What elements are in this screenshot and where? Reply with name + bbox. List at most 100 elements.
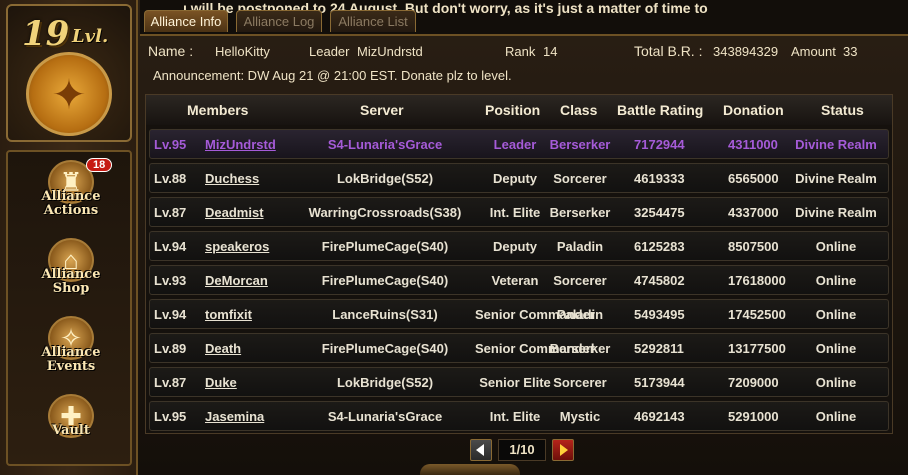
header-server: Server xyxy=(360,102,404,118)
member-level: Lv.87 xyxy=(154,375,187,390)
member-class: Mystic xyxy=(559,409,601,424)
nav-label-line-1: Vault xyxy=(52,423,90,438)
member-battle-rating: 5292811 xyxy=(634,341,684,356)
table-row[interactable]: Lv.95 MizUndrstd S4-Lunaria'sGrace Leader Be… xyxy=(149,129,889,159)
member-name[interactable]: speakeros xyxy=(205,239,269,254)
alliance-info-panel: Name : HelloKitty Leader MizUndrstd Rank… xyxy=(140,36,908,92)
member-server: LanceRuins(S31) xyxy=(332,307,438,322)
alliance-window: 19 Lvl. ✦ ♜ 18 Alliance Actions ⌂ Allianc… xyxy=(0,0,908,475)
member-status: Divine Realm xyxy=(795,137,877,152)
alliance-level-panel: 19 Lvl. ✦ xyxy=(6,4,132,142)
member-level: Lv.94 xyxy=(154,239,187,254)
alliance-shop-button[interactable]: ⌂ Alliance Shop xyxy=(16,234,126,308)
member-battle-rating: 5493495 xyxy=(634,307,685,322)
member-level: Lv.88 xyxy=(154,171,187,186)
next-page-button[interactable] xyxy=(552,439,574,461)
member-status: Online xyxy=(815,341,857,356)
alliance-shop-label: Alliance Shop xyxy=(16,268,126,296)
alliance-emblem-icon: ✦ xyxy=(26,52,112,136)
member-battle-rating: 3254475 xyxy=(634,205,685,220)
member-level: Lv.94 xyxy=(154,307,187,322)
sidebar: 19 Lvl. ✦ ♜ 18 Alliance Actions ⌂ Allianc… xyxy=(0,0,138,475)
nav-label-line-1: Alliance xyxy=(41,267,101,282)
leader-label: Leader xyxy=(309,44,350,59)
member-class: Paladin xyxy=(556,307,604,322)
member-donation: 7209000 xyxy=(728,375,779,390)
header-position: Position xyxy=(485,102,541,118)
member-status: Online xyxy=(815,409,857,424)
tab-alliance-log[interactable]: Alliance Log xyxy=(236,10,322,32)
table-header: Members Server Position Class Battle Rat… xyxy=(146,95,892,125)
member-donation: 17452500 xyxy=(728,307,786,322)
member-name[interactable]: DeMorcan xyxy=(205,273,268,288)
header-status: Status xyxy=(821,102,864,118)
table-row[interactable]: Lv.93 DeMorcan FirePlumeCage(S40) Veteran So… xyxy=(149,265,889,295)
member-name[interactable]: Duchess xyxy=(205,171,259,186)
member-name[interactable]: Deadmist xyxy=(205,205,264,220)
member-server: FirePlumeCage(S40) xyxy=(321,341,449,356)
alliance-name: HelloKitty xyxy=(215,44,270,59)
notification-badge: 18 xyxy=(86,158,113,172)
alliance-events-button[interactable]: ✧ Alliance Events xyxy=(16,312,126,386)
member-status: Divine Realm xyxy=(795,205,877,220)
nav-label-line-2: Events xyxy=(46,359,96,374)
member-donation: 4337000 xyxy=(728,205,779,220)
member-status: Online xyxy=(815,239,857,254)
alliance-level-suffix: Lvl. xyxy=(72,26,109,47)
member-level: Lv.95 xyxy=(154,137,187,152)
member-level: Lv.87 xyxy=(154,205,187,220)
name-label: Name : xyxy=(148,43,194,59)
chevron-left-icon xyxy=(476,444,484,456)
amount-value: 33 xyxy=(843,44,858,59)
page-indicator: 1/10 xyxy=(498,439,546,461)
member-donation: 13177500 xyxy=(728,341,786,356)
total-br-value: 343894329 xyxy=(713,44,779,59)
member-level: Lv.93 xyxy=(154,273,187,288)
tab-alliance-list[interactable]: Alliance List xyxy=(330,10,416,32)
top-bar: ı will be postponed to 24 August. But do… xyxy=(140,0,908,36)
member-class: Berserker xyxy=(549,205,611,220)
member-server: S4-Lunaria'sGrace xyxy=(327,137,443,152)
member-server: LokBridge(S52) xyxy=(336,171,434,186)
chevron-right-icon xyxy=(560,444,568,456)
alliance-level-number: 19 xyxy=(22,14,70,54)
member-server: FirePlumeCage(S40) xyxy=(321,273,449,288)
table-row[interactable]: Lv.94 speakeros FirePlumeCage(S40) Deputy Pa… xyxy=(149,231,889,261)
header-members: Members xyxy=(187,102,249,118)
member-level: Lv.89 xyxy=(154,341,187,356)
alliance-events-label: Alliance Events xyxy=(16,346,126,374)
vault-label: Vault xyxy=(16,424,126,438)
alliance-nav: ♜ 18 Alliance Actions ⌂ Alliance Shop ✧ Al… xyxy=(6,150,132,466)
vault-button[interactable]: ✚ Vault xyxy=(16,390,126,464)
rank-value: 14 xyxy=(543,44,558,59)
member-class: Sorcerer xyxy=(553,171,607,186)
table-row[interactable]: Lv.89 Death FirePlumeCage(S40) Senior Comma… xyxy=(149,333,889,363)
alliance-actions-button[interactable]: ♜ 18 Alliance Actions xyxy=(16,156,126,230)
nav-label-line-1: Alliance xyxy=(41,345,101,360)
amount-label: Amount xyxy=(791,44,836,59)
header-battle-rating: Battle Rating xyxy=(617,102,704,118)
member-status: Divine Realm xyxy=(795,171,877,186)
tab-alliance-info[interactable]: Alliance Info xyxy=(144,10,228,32)
member-status: Online xyxy=(815,273,857,288)
member-name[interactable]: MizUndrstd xyxy=(205,137,276,152)
table-row[interactable]: Lv.88 Duchess LokBridge(S52) Deputy Sorcerer… xyxy=(149,163,889,193)
member-server: LokBridge(S52) xyxy=(336,375,434,390)
member-server: FirePlumeCage(S40) xyxy=(321,239,449,254)
nav-label-line-2: Shop xyxy=(52,281,90,296)
member-server: S4-Lunaria'sGrace xyxy=(327,409,443,424)
table-row[interactable]: Lv.87 Duke LokBridge(S52) Senior Elite Sorce… xyxy=(149,367,889,397)
member-name[interactable]: tomfixit xyxy=(205,307,252,322)
member-name[interactable]: Death xyxy=(205,341,241,356)
member-donation: 6565000 xyxy=(728,171,779,186)
member-name[interactable]: Jasemina xyxy=(205,409,264,424)
table-row[interactable]: Lv.95 Jasemina S4-Lunaria'sGrace Int. Elite… xyxy=(149,401,889,431)
prev-page-button[interactable] xyxy=(470,439,492,461)
member-battle-rating: 4619333 xyxy=(634,171,685,186)
member-class: Sorcerer xyxy=(553,375,607,390)
leader-name: MizUndrstd xyxy=(357,44,423,59)
member-donation: 8507500 xyxy=(728,239,779,254)
table-row[interactable]: Lv.94 tomfixit LanceRuins(S31) Senior Comma… xyxy=(149,299,889,329)
table-row[interactable]: Lv.87 Deadmist WarringCrossroads(S38) Int. … xyxy=(149,197,889,227)
member-name[interactable]: Duke xyxy=(205,375,237,390)
